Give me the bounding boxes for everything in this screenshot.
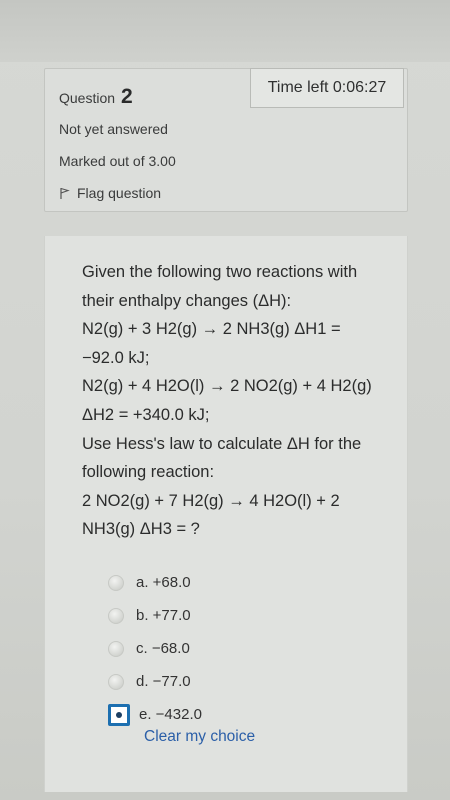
answer-label: c. −68.0 [136, 640, 190, 657]
answer-label: e. −432.0 [139, 706, 202, 723]
question-task: Use Hess's law to calculate ΔH for the f… [82, 434, 362, 482]
radio-button[interactable] [108, 673, 124, 690]
radio-button[interactable] [108, 574, 124, 591]
top-band [0, 0, 450, 62]
question-label: Question 2 [59, 85, 133, 109]
clear-my-choice-link[interactable]: Clear my choice [144, 728, 255, 746]
answer-options: a. +68.0 b. +77.0 c. −68.0 d. −77.0 e. −… [108, 566, 388, 731]
reaction-2: N2(g) + 4 H2O(l) → 2 NO2(g) + 4 H2(g) ΔH… [82, 377, 372, 424]
target-reaction: 2 NO2(g) + 7 H2(g) → 4 H2O(l) + 2 NH3(g)… [82, 491, 340, 539]
time-left-display: Time left 0:06:27 [250, 68, 404, 108]
flag-icon [60, 187, 70, 199]
answer-option-c[interactable]: c. −68.0 [108, 632, 388, 665]
answer-label: d. −77.0 [136, 673, 191, 690]
question-intro: Given the following two reactions with t… [82, 263, 358, 310]
answer-option-b[interactable]: b. +77.0 [108, 599, 388, 632]
question-label-text: Question [59, 90, 116, 106]
question-marks: Marked out of 3.00 [59, 153, 176, 169]
question-status: Not yet answered [59, 121, 168, 137]
radio-button[interactable] [108, 640, 124, 657]
flag-question-label: Flag question [77, 185, 162, 201]
reaction-1: N2(g) + 3 H2(g) → 2 NH3(g) ΔH1 = −92.0 k… [82, 320, 341, 367]
question-number: 2 [120, 85, 133, 108]
answer-option-a[interactable]: a. +68.0 [108, 566, 388, 599]
answer-option-d[interactable]: d. −77.0 [108, 665, 388, 698]
question-text: Given the following two reactions with t… [82, 258, 382, 544]
radio-button[interactable] [108, 607, 124, 624]
answer-option-e[interactable]: e. −432.0 [108, 698, 388, 731]
answer-label: b. +77.0 [136, 607, 191, 624]
radio-button-selected[interactable] [108, 703, 130, 726]
answer-label: a. +68.0 [136, 574, 191, 591]
flag-question-link[interactable]: Flag question [59, 185, 161, 201]
